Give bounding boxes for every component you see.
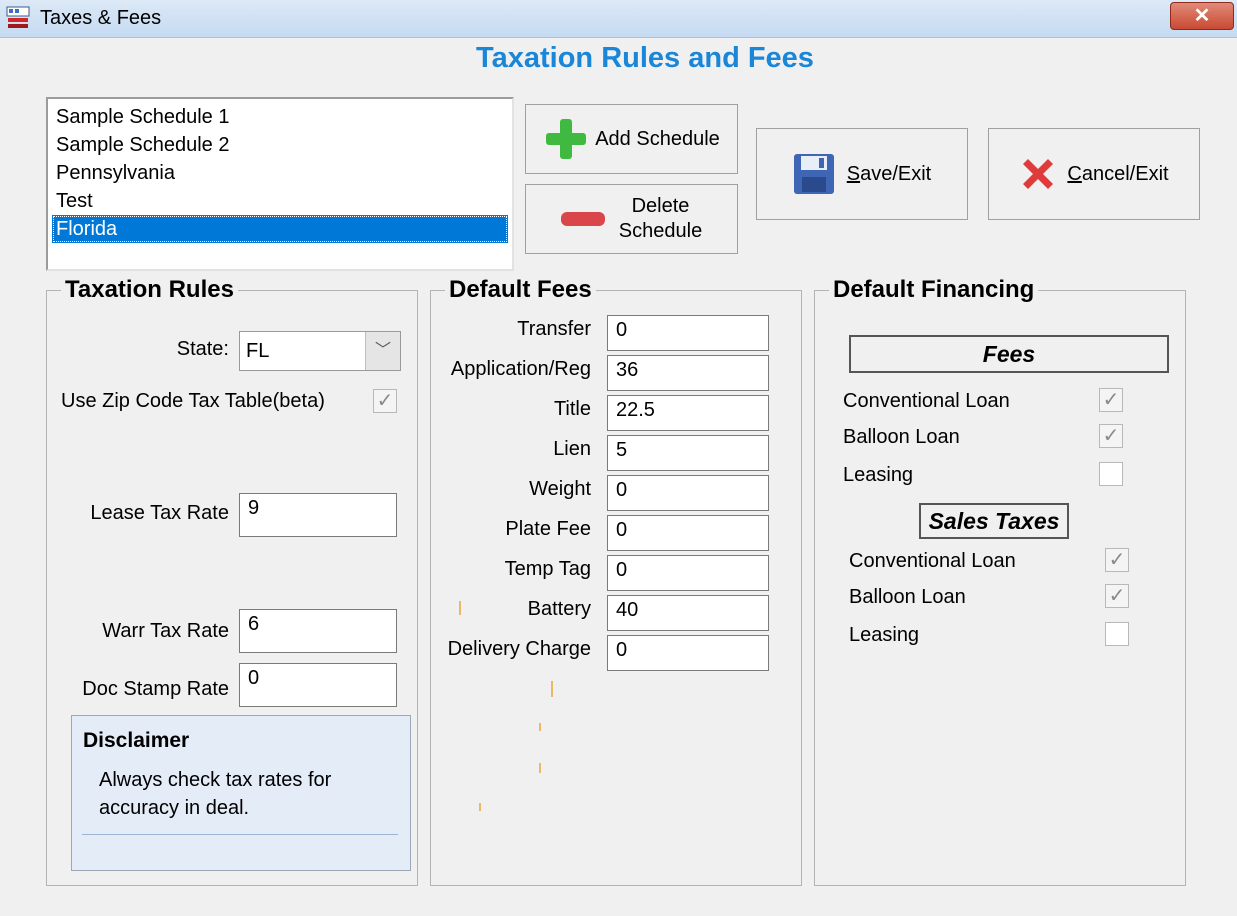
page-title: Taxation Rules and Fees (476, 42, 814, 74)
state-select[interactable]: FL ﹀ (239, 331, 401, 371)
add-schedule-button[interactable]: Add Schedule (525, 104, 738, 174)
sales-taxes-header: Sales Taxes (919, 503, 1069, 539)
fee-input-weight[interactable]: 0 (607, 475, 769, 511)
fee-label-temp-tag: Temp Tag (504, 558, 591, 580)
floppy-disk-icon (793, 154, 834, 194)
fees-leasing-checkbox[interactable] (1099, 462, 1123, 486)
taxation-rules-group: Taxation Rules State: FL ﹀ Use Zip Code … (46, 276, 418, 886)
taxation-rules-legend: Taxation Rules (61, 276, 238, 304)
fee-input-delivery-charge[interactable]: 0 (607, 635, 769, 671)
warr-tax-input[interactable]: 6 (239, 609, 397, 653)
cancel-mnemonic: C (1067, 162, 1082, 185)
zip-code-label: Use Zip Code Tax Table(beta) (61, 390, 325, 412)
plus-icon (546, 119, 587, 159)
disclaimer-title: Disclaimer (83, 729, 190, 752)
fee-input-battery[interactable]: 40 (607, 595, 769, 631)
fees-conventional-label: Conventional Loan (843, 390, 1010, 412)
decorative-mark (479, 803, 481, 811)
fees-header: Fees (849, 335, 1169, 373)
decorative-mark (551, 681, 553, 697)
sales-conventional-label: Conventional Loan (849, 550, 1016, 572)
fee-label-battery: Battery (527, 598, 591, 620)
fee-label-title: Title (553, 398, 591, 420)
disclaimer-divider (82, 834, 398, 835)
disclaimer-panel: Disclaimer Always check tax rates for ac… (71, 715, 411, 871)
sales-conventional-checkbox[interactable]: ✓ (1105, 548, 1129, 572)
decorative-mark (539, 763, 541, 773)
save-exit-button[interactable]: Save/Exit (756, 128, 968, 220)
delete-schedule-button[interactable]: Delete Schedule (525, 184, 738, 254)
default-fees-group: Default Fees Transfer 0 Application/Reg … (430, 276, 802, 886)
doc-stamp-input[interactable]: 0 (239, 663, 397, 707)
fee-label-transfer: Transfer (517, 318, 591, 340)
fee-label-application-reg: Application/Reg (450, 358, 591, 380)
state-value: FL (246, 340, 270, 362)
doc-stamp-label: Doc Stamp Rate (82, 678, 229, 700)
window-title: Taxes & Fees (40, 7, 162, 29)
list-item[interactable]: Test (52, 187, 508, 215)
decorative-mark (539, 723, 541, 731)
fees-balloon-checkbox[interactable]: ✓ (1099, 424, 1123, 448)
fee-label-plate-fee: Plate Fee (505, 518, 591, 540)
warr-tax-label: Warr Tax Rate (102, 620, 229, 642)
delete-label-line1: Delete (631, 195, 690, 217)
app-icon (6, 6, 30, 30)
disclaimer-text: Always check tax rates for accuracy in d… (99, 769, 332, 819)
default-financing-legend: Default Financing (829, 276, 1039, 304)
default-fees-legend: Default Fees (445, 276, 596, 304)
fee-input-temp-tag[interactable]: 0 (607, 555, 769, 591)
sales-balloon-checkbox[interactable]: ✓ (1105, 584, 1129, 608)
schedule-list[interactable]: Sample Schedule 1 Sample Schedule 2 Penn… (46, 97, 514, 271)
sales-balloon-label: Balloon Loan (849, 586, 966, 608)
delete-label-line2: Schedule (618, 220, 703, 242)
fees-conventional-checkbox[interactable]: ✓ (1099, 388, 1123, 412)
list-item[interactable]: Sample Schedule 2 (52, 131, 508, 159)
list-item[interactable]: Sample Schedule 1 (52, 103, 508, 131)
list-item-selected[interactable]: Florida (52, 215, 508, 243)
fee-input-plate-fee[interactable]: 0 (607, 515, 769, 551)
fees-balloon-label: Balloon Loan (843, 426, 960, 448)
fee-label-weight: Weight (529, 478, 591, 500)
sales-leasing-checkbox[interactable] (1105, 622, 1129, 646)
fee-input-application-reg[interactable]: 36 (607, 355, 769, 391)
minus-icon (560, 212, 605, 226)
cancel-label: ancel/Exit (1081, 162, 1169, 185)
lease-tax-label: Lease Tax Rate (90, 502, 229, 524)
default-financing-group: Default Financing Fees Conventional Loan… (814, 276, 1186, 886)
add-schedule-label: Add Schedule (595, 127, 720, 150)
close-window-button[interactable]: ✕ (1170, 2, 1234, 30)
save-label: ave/Exit (860, 162, 932, 185)
fee-label-lien: Lien (553, 438, 591, 460)
title-bar (0, 0, 1237, 38)
zip-code-checkbox[interactable]: ✓ (373, 389, 397, 413)
save-mnemonic: S (846, 162, 861, 185)
state-label: State: (176, 338, 229, 360)
chevron-down-icon[interactable]: ﹀ (365, 332, 400, 370)
fee-input-title[interactable]: 22.5 (607, 395, 769, 431)
list-item[interactable]: Pennsylvania (52, 159, 508, 187)
sales-leasing-label: Leasing (849, 624, 920, 646)
fees-leasing-label: Leasing (843, 464, 914, 486)
fee-label-delivery-charge: Delivery Charge (447, 638, 591, 660)
cancel-exit-button[interactable]: Cancel/Exit (988, 128, 1200, 220)
lease-tax-input[interactable]: 9 (239, 493, 397, 537)
decorative-mark (459, 601, 461, 615)
red-x-icon (1023, 159, 1054, 189)
fee-input-lien[interactable]: 5 (607, 435, 769, 471)
fee-input-transfer[interactable]: 0 (607, 315, 769, 351)
